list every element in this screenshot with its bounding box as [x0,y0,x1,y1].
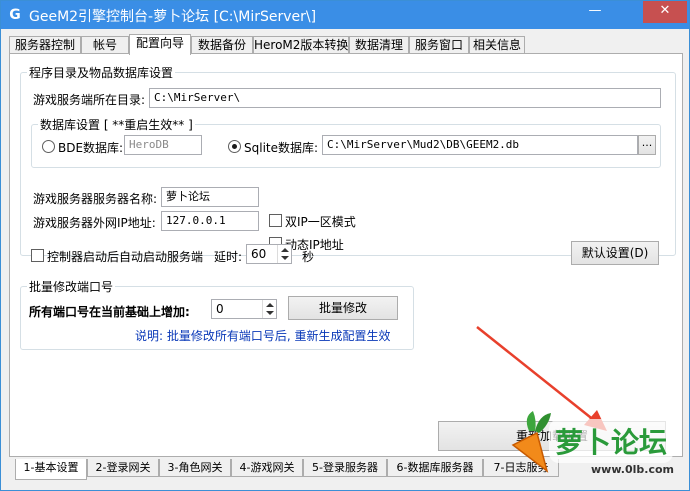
sqlite-radio[interactable] [228,140,241,153]
main-window: G GeeM2引擎控制台-萝卜论坛 [C:\MirServer\] — ✕ 服务… [0,0,690,491]
tab-herom2-convert[interactable]: HeroM2版本转换 [253,36,349,54]
server-name-input[interactable]: 萝卜论坛 [161,187,259,207]
tab-game-gate[interactable]: 4-游戏网关 [231,459,303,477]
db-groupbox: 数据库设置 [ **重启生效** ] BDE数据库: HeroDB Sqlite… [31,116,661,168]
tab-basic-settings[interactable]: 1-基本设置 [15,459,87,480]
watermark-logo: 萝卜论坛 www.0lb.com [507,405,675,485]
dual-ip-label: 双IP一区模式 [285,215,356,229]
spin-up-icon[interactable] [281,248,289,252]
tab-config-wizard[interactable]: 配置向导 [129,34,191,55]
close-button[interactable]: ✕ [643,1,687,23]
spin-down-icon[interactable] [281,256,289,260]
minimize-button[interactable]: — [581,1,609,23]
delay-label: 延时: [214,250,243,264]
port-spin-arrows[interactable] [262,300,276,318]
server-ip-label: 游戏服务器外网IP地址: [33,216,156,230]
sqlite-input[interactable]: C:\MirServer\Mud2\DB\GEEM2.db [322,135,638,155]
delay-unit: 秒 [302,250,315,264]
batch-modify-button[interactable]: 批量修改 [288,296,398,320]
delay-value: 60 [251,247,267,261]
autostart-checkbox[interactable] [31,249,44,262]
db-group-title: 数据库设置 [ **重启生效** ] [38,116,195,133]
watermark-logo-text: 萝卜论坛 [555,426,668,459]
server-name-label: 游戏服务器服务器名称: [33,192,158,206]
tab-login-server[interactable]: 5-登录服务器 [303,459,387,477]
ports-note: 说明: 批量修改所有端口号后, 重新生成配置生效 [135,329,391,343]
browse-button[interactable]: ... [638,135,656,155]
port-increment-spinner[interactable]: 0 [211,299,277,319]
ports-group-title: 批量修改端口号 [27,278,116,295]
tab-db-server[interactable]: 6-数据库服务器 [387,459,483,477]
delay-spin-arrows[interactable] [277,245,291,263]
tab-server-control[interactable]: 服务器控制 [9,36,81,54]
tab-service-window[interactable]: 服务窗口 [409,36,469,54]
tab-account[interactable]: 帐号 [81,36,129,54]
app-icon: G [9,7,21,23]
port-increment-value: 0 [216,302,224,316]
delay-spinner[interactable]: 60 [246,244,292,264]
tab-data-backup[interactable]: 数据备份 [191,36,253,54]
server-ip-input[interactable]: 127.0.0.1 [161,211,259,231]
bde-label: BDE数据库: [58,141,124,155]
tab-role-gate[interactable]: 3-角色网关 [159,459,231,477]
sqlite-label: Sqlite数据库: [244,141,319,155]
title-bar[interactable]: G GeeM2引擎控制台-萝卜论坛 [C:\MirServer\] — ✕ [1,1,689,29]
watermark-site: www.0lb.com [591,463,674,476]
ports-groupbox: 批量修改端口号 所有端口号在当前基础上增加: 0 批量修改 说明: 批量修改所有… [20,278,414,350]
tab-data-cleanup[interactable]: 数据清理 [349,36,409,54]
paths-group-title: 程序目录及物品数据库设置 [27,64,176,81]
autostart-label: 控制器启动后自动启动服务端 [47,250,204,264]
bde-radio[interactable] [42,140,55,153]
spin-up-icon[interactable] [266,303,274,307]
tab-login-gate[interactable]: 2-登录网关 [87,459,159,477]
port-increment-label: 所有端口号在当前基础上增加: [29,305,190,319]
dynamic-ip-label: 动态IP地址 [285,238,344,252]
bde-input[interactable]: HeroDB [124,135,202,155]
tab-related-info[interactable]: 相关信息 [469,36,525,54]
default-settings-button[interactable]: 默认设置(D) [571,241,659,265]
server-dir-input[interactable]: C:\MirServer\ [149,88,661,108]
window-title: GeeM2引擎控制台-萝卜论坛 [C:\MirServer\] [29,9,317,25]
paths-groupbox: 程序目录及物品数据库设置 游戏服务端所在目录: C:\MirServer\ 数据… [20,64,676,256]
spin-down-icon[interactable] [266,311,274,315]
server-dir-label: 游戏服务端所在目录: [33,93,146,107]
dual-ip-checkbox[interactable] [269,214,282,227]
